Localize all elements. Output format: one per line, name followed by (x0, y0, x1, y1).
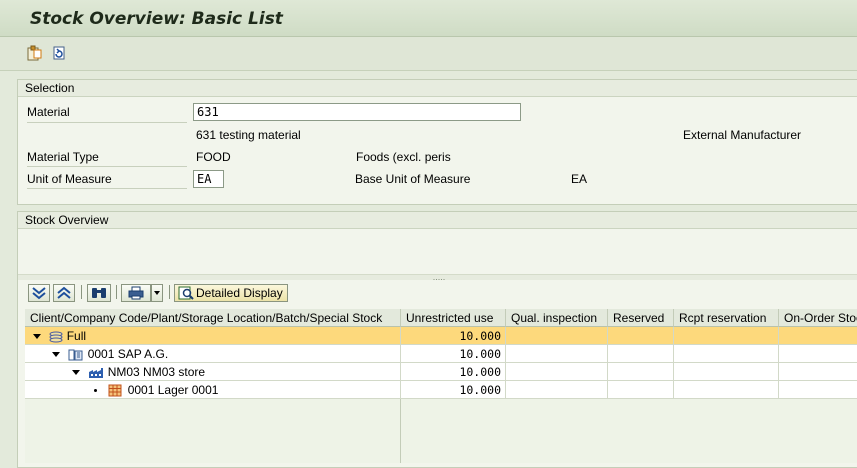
column-header-hierarchy[interactable]: Client/Company Code/Plant/Storage Locati… (25, 309, 401, 327)
reserved-cell (608, 327, 674, 345)
stock-overview-panel-title: Stock Overview (18, 212, 857, 229)
column-header-reserved[interactable]: Reserved (608, 309, 674, 327)
collapse-all-button[interactable] (53, 284, 75, 302)
base-unit-of-measure-value: EA (571, 172, 588, 186)
print-options-dropdown[interactable] (151, 284, 163, 302)
expand-all-button[interactable] (28, 284, 50, 302)
expanded-node-icon[interactable] (72, 370, 80, 376)
page-title: Stock Overview: Basic List (30, 9, 283, 29)
expand-all-icon (32, 287, 46, 300)
splitter-dots: ..... (432, 272, 446, 282)
material-input[interactable]: 631 (193, 103, 521, 121)
reserved-cell (608, 381, 674, 399)
external-manufacturer-label: External Manufacturer (683, 128, 802, 142)
splitter[interactable]: ..... (18, 272, 857, 282)
material-type-value: FOOD (196, 150, 231, 164)
hierarchy-cell: 0001 Lager 0001 (25, 381, 401, 399)
binoculars-icon (92, 288, 106, 298)
hierarchy-cell: 0001 SAP A.G. (25, 345, 401, 363)
on-order-stock-cell (779, 363, 857, 381)
unit-of-measure-label: Unit of Measure (27, 172, 187, 189)
hierarchy-cell: NM03 NM03 store (25, 363, 401, 381)
row-label: Full (66, 329, 87, 343)
table-row[interactable]: 0001 Lager 0001 10.000 (25, 381, 857, 399)
expanded-node-icon[interactable] (52, 352, 60, 358)
rcpt-reservation-cell (674, 327, 779, 345)
company-icon (68, 349, 83, 361)
find-button[interactable] (87, 284, 111, 302)
application-toolbar (0, 37, 857, 71)
column-header-rcpt-reservation[interactable]: Rcpt reservation (674, 309, 779, 327)
refresh-icon[interactable] (50, 44, 68, 62)
toolbar-separator (169, 285, 170, 299)
base-unit-of-measure-label: Base Unit of Measure (355, 172, 471, 186)
dropdown-arrow-icon (154, 291, 160, 295)
selection-panel: Selection Material 631 631 testing mater… (17, 79, 857, 205)
rcpt-reservation-cell (674, 363, 779, 381)
collapse-all-icon (57, 286, 71, 299)
table-row[interactable]: Full 10.000 (25, 327, 857, 345)
toolbar-separator (116, 285, 117, 299)
printer-icon (128, 286, 144, 300)
selection-panel-title: Selection (18, 80, 857, 97)
detailed-display-button[interactable]: Detailed Display (174, 284, 288, 302)
table-row[interactable]: 0001 SAP A.G. 10.000 (25, 345, 857, 363)
on-order-stock-cell (779, 345, 857, 363)
column-header-on-order-stock[interactable]: On-Order Stock (779, 309, 857, 327)
detail-view-icon (178, 286, 194, 300)
unit-of-measure-input[interactable]: EA (193, 170, 224, 188)
reserved-cell (608, 363, 674, 381)
print-button[interactable] (121, 284, 151, 302)
row-label: NM03 NM03 store (107, 365, 206, 379)
storage-location-icon (108, 384, 122, 397)
material-type-label: Material Type (27, 150, 187, 167)
qual-inspection-cell (506, 327, 608, 345)
qual-inspection-cell (506, 381, 608, 399)
row-label: 0001 SAP A.G. (87, 347, 169, 361)
row-label: 0001 Lager 0001 (127, 383, 219, 397)
on-order-stock-cell (779, 327, 857, 345)
unrestricted-cell: 10.000 (401, 381, 506, 399)
qual-inspection-cell (506, 345, 608, 363)
hierarchy-cell: Full (25, 327, 401, 345)
column-header-qual-inspection[interactable]: Qual. inspection (506, 309, 608, 327)
material-type-description: Foods (excl. peris (356, 150, 451, 164)
title-bar: Stock Overview: Basic List (0, 0, 857, 37)
rcpt-reservation-cell (674, 345, 779, 363)
plant-icon (89, 367, 104, 378)
on-order-stock-cell (779, 381, 857, 399)
stack-icon (49, 331, 63, 343)
unrestricted-cell: 10.000 (401, 345, 506, 363)
reserved-cell (608, 345, 674, 363)
expanded-node-icon[interactable] (33, 334, 41, 340)
rcpt-reservation-cell (674, 381, 779, 399)
unrestricted-cell: 10.000 (401, 327, 506, 345)
stock-hierarchy-grid: Client/Company Code/Plant/Storage Locati… (25, 309, 857, 463)
unrestricted-cell: 10.000 (401, 363, 506, 381)
column-header-unrestricted[interactable]: Unrestricted use (401, 309, 506, 327)
material-label: Material (27, 105, 187, 123)
qual-inspection-cell (506, 363, 608, 381)
table-row[interactable]: NM03 NM03 store 10.000 (25, 363, 857, 381)
column-divider (400, 399, 401, 463)
toolbar-separator (81, 285, 82, 299)
detailed-display-label: Detailed Display (196, 286, 283, 300)
leaf-node-bullet (94, 389, 97, 393)
material-description: 631 testing material (196, 128, 301, 142)
clipboard-icon[interactable] (25, 44, 43, 62)
